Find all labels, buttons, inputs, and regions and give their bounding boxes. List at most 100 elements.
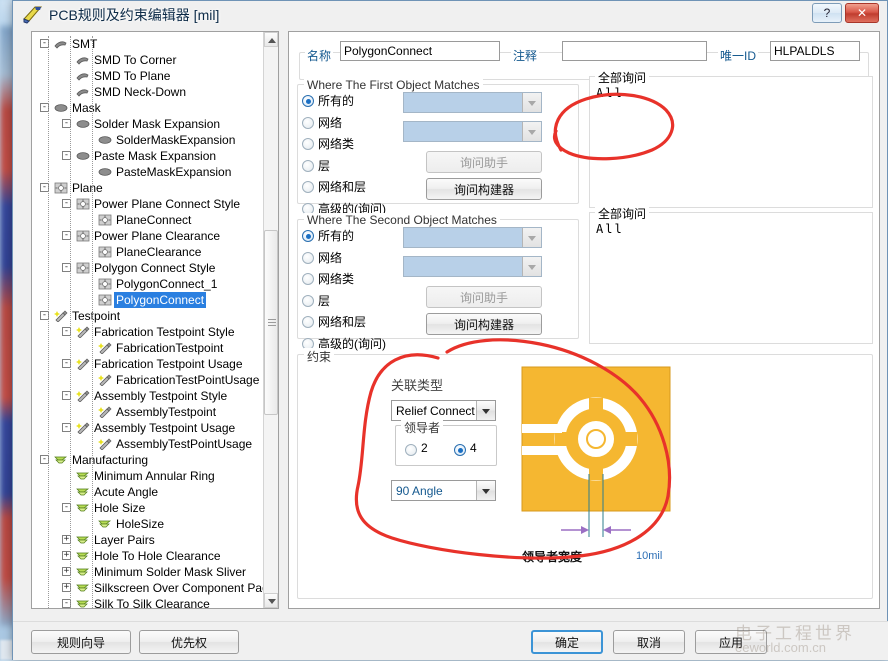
first-match-net-combo[interactable] xyxy=(403,92,542,113)
chevron-down-icon[interactable] xyxy=(522,228,541,247)
tree-item[interactable]: HoleSize xyxy=(32,516,264,532)
tree-item[interactable]: PasteMaskExpansion xyxy=(32,164,264,180)
help-button[interactable]: ? xyxy=(812,3,842,23)
help-icon: ? xyxy=(823,6,831,20)
query-panel-1[interactable] xyxy=(589,76,873,208)
manufacturing-icon xyxy=(76,486,90,498)
tree-item[interactable]: - Silk To Silk Clearance xyxy=(32,596,264,608)
priorities-button[interactable]: 优先权 xyxy=(139,630,239,654)
testpoint-icon xyxy=(76,390,90,403)
tree-item[interactable]: Acute Angle xyxy=(32,484,264,500)
tree-item[interactable]: - Fabrication Testpoint Style xyxy=(32,324,264,340)
tree-item[interactable]: + Hole To Hole Clearance xyxy=(32,548,264,564)
radio-icon[interactable] xyxy=(302,251,314,264)
second-match-query-builder-button[interactable]: 询问构建器 xyxy=(426,313,542,335)
second-match-query-helper-button[interactable]: 询问助手 xyxy=(426,286,542,308)
radio-icon[interactable] xyxy=(302,294,314,307)
rules-tree-panel[interactable]: - SMT SMD To Corner SMD To Plane SMD Neck-Do… xyxy=(31,31,279,609)
conductors-radio-label: 2 xyxy=(421,441,428,455)
radio-icon[interactable] xyxy=(302,230,314,242)
tree-item[interactable]: AssemblyTestPointUsage xyxy=(32,436,264,452)
manufacturing-icon xyxy=(76,534,90,546)
tree-item[interactable]: - Paste Mask Expansion xyxy=(32,148,264,164)
tree-item[interactable]: - Assembly Testpoint Usage xyxy=(32,420,264,436)
chevron-down-icon[interactable] xyxy=(476,401,495,420)
unique-id-input[interactable] xyxy=(770,41,860,61)
tree-item[interactable]: - Solder Mask Expansion xyxy=(32,116,264,132)
tree-item[interactable]: - Assembly Testpoint Style xyxy=(32,388,264,404)
radio-icon[interactable] xyxy=(302,273,314,285)
apply-button[interactable]: 应用 xyxy=(695,630,767,654)
chevron-down-icon[interactable] xyxy=(522,93,541,112)
chevron-down-icon[interactable] xyxy=(522,122,541,141)
conductors-radio-label: 4 xyxy=(470,441,477,455)
tree-item-label: PolygonConnect_1 xyxy=(116,277,218,291)
cancel-button[interactable]: 取消 xyxy=(613,630,685,654)
tree-item-label: PlaneConnect xyxy=(116,213,192,227)
testpoint-icon xyxy=(98,374,112,387)
close-button[interactable]: ✕ xyxy=(845,3,879,23)
radio-icon[interactable] xyxy=(302,116,314,129)
name-input[interactable] xyxy=(340,41,500,61)
second-match-net-combo[interactable] xyxy=(403,227,542,248)
tree-item[interactable]: - Hole Size xyxy=(32,500,264,516)
query-panel-2[interactable] xyxy=(589,212,873,344)
second-match-netclass-combo[interactable] xyxy=(403,256,542,277)
radio-icon[interactable] xyxy=(302,95,314,107)
radio-icon[interactable] xyxy=(302,159,314,172)
rule-wizard-button[interactable]: 规则向导 xyxy=(31,630,131,654)
tree-item[interactable]: PolygonConnect_1 xyxy=(32,276,264,292)
chevron-down-icon[interactable] xyxy=(522,257,541,276)
tree-scrollbar[interactable] xyxy=(263,32,278,608)
tree-item[interactable]: - Polygon Connect Style xyxy=(32,260,264,276)
connect-style-combo[interactable]: Relief Connect xyxy=(391,400,496,421)
first-match-netclass-combo[interactable] xyxy=(403,121,542,142)
tree-item[interactable]: - Manufacturing xyxy=(32,452,264,468)
tree-item[interactable]: - Mask xyxy=(32,100,264,116)
scroll-up-button[interactable] xyxy=(264,32,278,47)
mask-icon xyxy=(76,150,90,162)
comment-input[interactable] xyxy=(562,41,707,61)
tree-item[interactable]: - Fabrication Testpoint Usage xyxy=(32,356,264,372)
radio-icon[interactable] xyxy=(454,444,466,456)
ok-button[interactable]: 确定 xyxy=(531,630,603,654)
tree-item[interactable]: SMD To Plane xyxy=(32,68,264,84)
radio-icon[interactable] xyxy=(302,181,314,193)
radio-icon[interactable] xyxy=(302,138,314,150)
manufacturing-icon xyxy=(76,566,90,578)
tree-item[interactable]: - Power Plane Connect Style xyxy=(32,196,264,212)
tree-item[interactable]: - Testpoint xyxy=(32,308,264,324)
first-match-query-helper-button[interactable]: 询问助手 xyxy=(426,151,542,173)
scroll-down-button[interactable] xyxy=(264,593,278,608)
tree-item[interactable]: - Power Plane Clearance xyxy=(32,228,264,244)
tree-item[interactable]: SolderMaskExpansion xyxy=(32,132,264,148)
tree-item[interactable]: Minimum Annular Ring xyxy=(32,468,264,484)
plane-icon xyxy=(76,262,90,274)
tree-item[interactable]: PolygonConnect xyxy=(32,292,264,308)
manufacturing-icon xyxy=(76,470,90,482)
tree-item[interactable]: + Minimum Solder Mask Sliver xyxy=(32,564,264,580)
tree-item[interactable]: FabricationTestPointUsage xyxy=(32,372,264,388)
tree-item[interactable]: FabricationTestpoint xyxy=(32,340,264,356)
manufacturing-icon xyxy=(54,454,68,466)
radio-icon[interactable] xyxy=(302,316,314,328)
tree-item[interactable]: SMD Neck-Down xyxy=(32,84,264,100)
tree-item[interactable]: + Silkscreen Over Component Pads xyxy=(32,580,275,596)
scrollbar-thumb[interactable] xyxy=(264,230,278,415)
tree-item-label: PlaneClearance xyxy=(116,245,202,259)
tree-item-label: FabricationTestPointUsage xyxy=(116,373,260,387)
dialog-footer: 规则向导 优先权 确定 取消 应用 xyxy=(13,621,888,660)
tree-item[interactable]: - Plane xyxy=(32,180,264,196)
tree-item[interactable]: PlaneClearance xyxy=(32,244,264,260)
radio-icon[interactable] xyxy=(405,444,417,456)
second-match-query-helper-label: 询问助手 xyxy=(459,290,508,305)
first-match-radio-label: 网络和层 xyxy=(318,180,367,194)
tree-item[interactable]: AssemblyTestpoint xyxy=(32,404,264,420)
tree-item[interactable]: SMD To Corner xyxy=(32,52,264,68)
chevron-down-icon[interactable] xyxy=(476,481,495,500)
tree-item[interactable]: PlaneConnect xyxy=(32,212,264,228)
angle-combo[interactable]: 90 Angle xyxy=(391,480,496,501)
tree-item[interactable]: - SMT xyxy=(32,36,264,52)
tree-item[interactable]: + Layer Pairs xyxy=(32,532,264,548)
first-match-query-builder-button[interactable]: 询问构建器 xyxy=(426,178,542,200)
